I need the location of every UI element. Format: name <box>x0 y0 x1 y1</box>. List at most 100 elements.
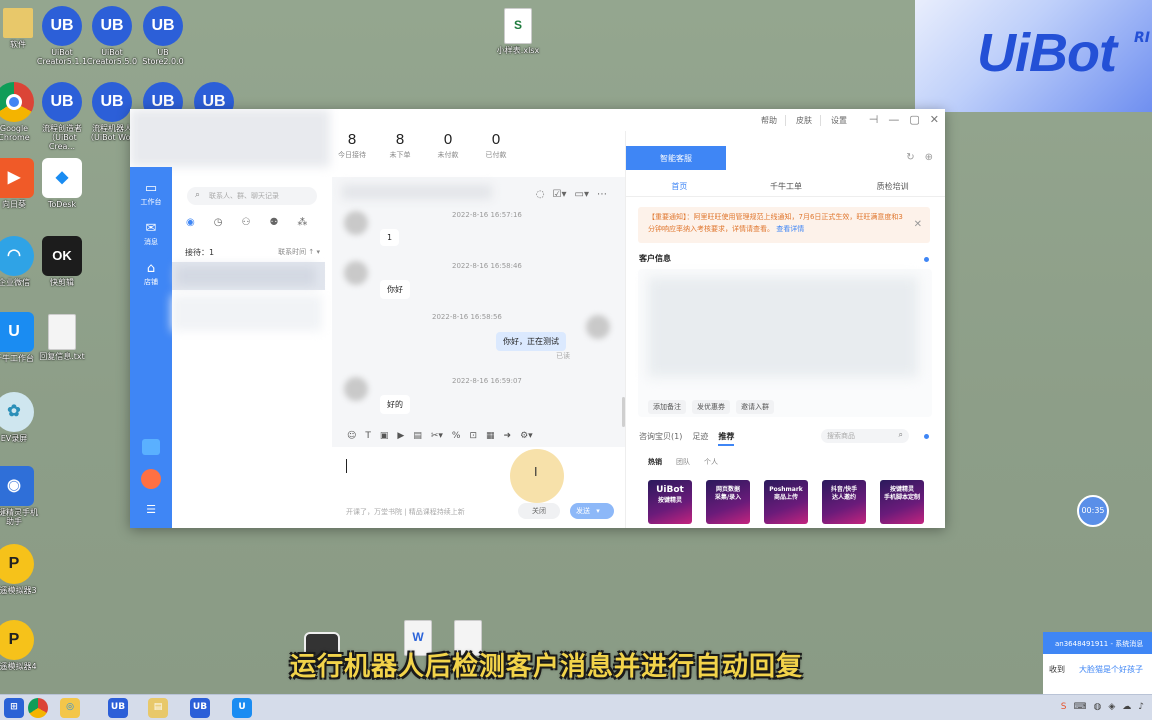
uibot-worker-taskbar-icon[interactable]: UB <box>190 698 210 718</box>
tray-volume-icon[interactable]: ♪ <box>1138 702 1144 712</box>
recent-tab-icon[interactable]: ◷ <box>214 217 223 228</box>
tray-ime-icon[interactable]: ⌨ <box>1073 702 1086 712</box>
desktop-icon-todesk[interactable]: ◆ ToDesk <box>36 158 88 209</box>
filter-hot[interactable]: 热销 <box>648 457 662 467</box>
send-options-chevron-icon[interactable]: ▾ <box>596 507 600 515</box>
menu-icon[interactable]: ☰ <box>130 503 172 516</box>
desktop-icon-xiaoyao3[interactable]: P 逍遥模拟器3 <box>0 544 40 595</box>
product-card[interactable]: UiBot 按键精灵 <box>648 480 692 524</box>
percent-icon[interactable]: % <box>452 431 461 441</box>
help-link[interactable]: 帮助 <box>761 115 786 126</box>
pin-icon[interactable]: ⊣ <box>869 113 879 126</box>
chrome-taskbar-icon[interactable] <box>28 698 48 718</box>
product-card[interactable]: Poshmark 商品上传 <box>764 480 808 524</box>
recording-timer[interactable]: 00:35 <box>1077 495 1109 527</box>
transfer-icon[interactable]: ➜ <box>504 431 512 441</box>
close-icon[interactable]: ✕ <box>930 113 939 126</box>
subtab-workorder[interactable]: 千牛工单 <box>733 175 840 196</box>
send-button[interactable]: 发送 ▾ <box>570 503 614 519</box>
stat-today-received[interactable]: 8 今日接待 <box>336 131 368 160</box>
clipboard-icon[interactable]: ▦ <box>486 431 495 441</box>
close-notice-icon[interactable]: ✕ <box>914 217 922 234</box>
desktop-icon-xiaoyao4[interactable]: P 逍遥模拟器4 <box>0 620 40 671</box>
desktop-icon-reply-txt[interactable]: 回复信息.txt <box>36 314 88 361</box>
settings-dropdown-icon[interactable]: ⚙▾ <box>520 431 533 441</box>
tray-app-icon[interactable]: S <box>1061 702 1067 712</box>
org-tab-icon[interactable]: ⁂ <box>297 217 307 228</box>
product-search-input[interactable]: 搜索商品 ⌕ <box>821 429 909 443</box>
notice-detail-link[interactable]: 查看详情 <box>776 225 804 233</box>
tab-smart-service[interactable]: 智能客服 <box>626 146 726 170</box>
desktop-icon-chrome[interactable]: Google Chrome <box>0 82 40 142</box>
quick-reply-icon[interactable]: ⊡ <box>469 431 477 441</box>
stat-paid[interactable]: 0 已付款 <box>480 131 512 160</box>
desktop-icon-xlsx[interactable]: S 小样表.xlsx <box>492 8 544 55</box>
stat-unpaid[interactable]: 0 未付款 <box>432 131 464 160</box>
video-dropdown-icon[interactable]: ▭▾ <box>575 189 589 200</box>
chat-tab-icon[interactable]: ◉ <box>186 217 195 228</box>
invite-group-button[interactable]: 邀请入群 <box>736 400 774 414</box>
contact-search-input[interactable]: ⌕ 联系人、群、聊天记录 <box>187 187 317 205</box>
notification-received-label[interactable]: 收到 <box>1049 664 1065 675</box>
font-icon[interactable]: T <box>365 431 371 441</box>
minimize-icon[interactable]: — <box>888 113 899 126</box>
group-tab-icon[interactable]: ⚉ <box>269 217 278 228</box>
note-app-icon[interactable] <box>142 439 160 455</box>
stat-no-order[interactable]: 8 未下单 <box>384 131 416 160</box>
browser-taskbar-icon[interactable]: ◎ <box>60 698 80 718</box>
footer-ad-text[interactable]: 开课了，万堂书院 | 精品课程持续上新 <box>346 507 465 517</box>
start-icon[interactable]: ⊞ <box>4 698 24 718</box>
product-card[interactable]: 抖音/快手 达人邀约 <box>822 480 866 524</box>
desktop-icon-uibot-creator550[interactable]: UB UiBot Creator5.5.0 <box>86 6 138 66</box>
desktop-icon-qianniu[interactable]: U 千牛工作台 <box>0 312 40 363</box>
desktop-icon-uibot-creator[interactable]: UB 流程创造者（UiBot Crea... <box>36 82 88 152</box>
contact-row[interactable] <box>172 262 325 290</box>
desktop-icon-kuaijianji[interactable]: OK 快剪辑 <box>36 236 88 287</box>
tray-cloud-icon[interactable]: ☁ <box>1122 702 1131 712</box>
close-chat-button[interactable]: 关闭 <box>518 503 560 519</box>
subtab-home[interactable]: 首页 <box>626 175 733 196</box>
skin-link[interactable]: 皮肤 <box>796 115 821 126</box>
maximize-icon[interactable]: ▢ <box>909 113 919 126</box>
more-icon[interactable]: ⋯ <box>597 189 607 200</box>
explorer-taskbar-icon[interactable]: ▤ <box>148 698 168 718</box>
send-coupon-button[interactable]: 发优惠券 <box>692 400 730 414</box>
product-card[interactable]: 网页数据 采集/录入 <box>706 480 750 524</box>
desktop-icon-ajjl[interactable]: ◉ 按键精灵手机助手 <box>0 466 40 526</box>
qianniu-taskbar-icon[interactable]: U <box>232 698 252 718</box>
system-notification[interactable]: an3648491911 - 系统消息 收到 大脸猫是个好孩子 <box>1043 632 1152 694</box>
subtab-quality[interactable]: 质检培训 <box>839 175 945 196</box>
tab-footprint[interactable]: 足迹 <box>692 431 708 446</box>
filter-personal[interactable]: 个人 <box>704 457 718 467</box>
add-remark-button[interactable]: 添加备注 <box>648 400 686 414</box>
tray-network-icon[interactable]: ◍ <box>1093 702 1101 712</box>
settings-link[interactable]: 设置 <box>831 115 855 126</box>
add-icon[interactable]: ⊕ <box>925 152 933 163</box>
product-card[interactable]: 按键精灵 手机脚本定制 <box>880 480 924 524</box>
check-dropdown-icon[interactable]: ☑▾ <box>553 189 567 200</box>
uibot-taskbar-icon[interactable]: UB <box>108 698 128 718</box>
desktop-icon-wecom[interactable]: ◠ 企业微信 <box>0 236 40 287</box>
scissors-icon[interactable]: ✂▾ <box>431 431 443 441</box>
tray-shield-icon[interactable]: ◈ <box>1108 702 1115 712</box>
filter-team[interactable]: 团队 <box>676 457 690 467</box>
file-icon[interactable]: ▤ <box>413 431 422 441</box>
nav-shop[interactable]: ⌂ 店铺 <box>130 261 172 287</box>
nav-messages[interactable]: ✉ 消息 <box>130 221 172 247</box>
desktop-icon-uibot-creator511[interactable]: UB UiBot Creator5.1.1 <box>36 6 88 66</box>
contact-tab-icon[interactable]: ⚇ <box>241 217 250 228</box>
desktop-icon-ub-store[interactable]: UB UB Store2.0.0 <box>137 6 189 66</box>
nav-workbench[interactable]: ▭ 工作台 <box>130 181 172 207</box>
desktop-icon-ev[interactable]: ✿ EV录屏 <box>0 392 40 443</box>
tab-inquiry-items[interactable]: 咨询宝贝(1) <box>639 431 682 446</box>
image-icon[interactable]: ▣ <box>380 431 389 441</box>
chat-bubble-icon[interactable]: ◌ <box>536 189 545 200</box>
emoji-icon[interactable]: ☺ <box>347 431 356 441</box>
video-icon[interactable]: ▶ <box>397 431 404 441</box>
refresh-icon[interactable]: ↻ <box>906 152 914 163</box>
plugin-app-icon[interactable] <box>141 469 161 489</box>
desktop-icon-sunlogin[interactable]: ▶ 向日葵 <box>0 158 40 209</box>
sort-dropdown[interactable]: 联系时间 ↑ ▾ <box>278 247 320 257</box>
tab-recommend[interactable]: 推荐 <box>718 431 735 446</box>
message-input[interactable]: I 开课了，万堂书院 | 精品课程持续上新 关闭 发送 ▾ <box>332 447 625 528</box>
